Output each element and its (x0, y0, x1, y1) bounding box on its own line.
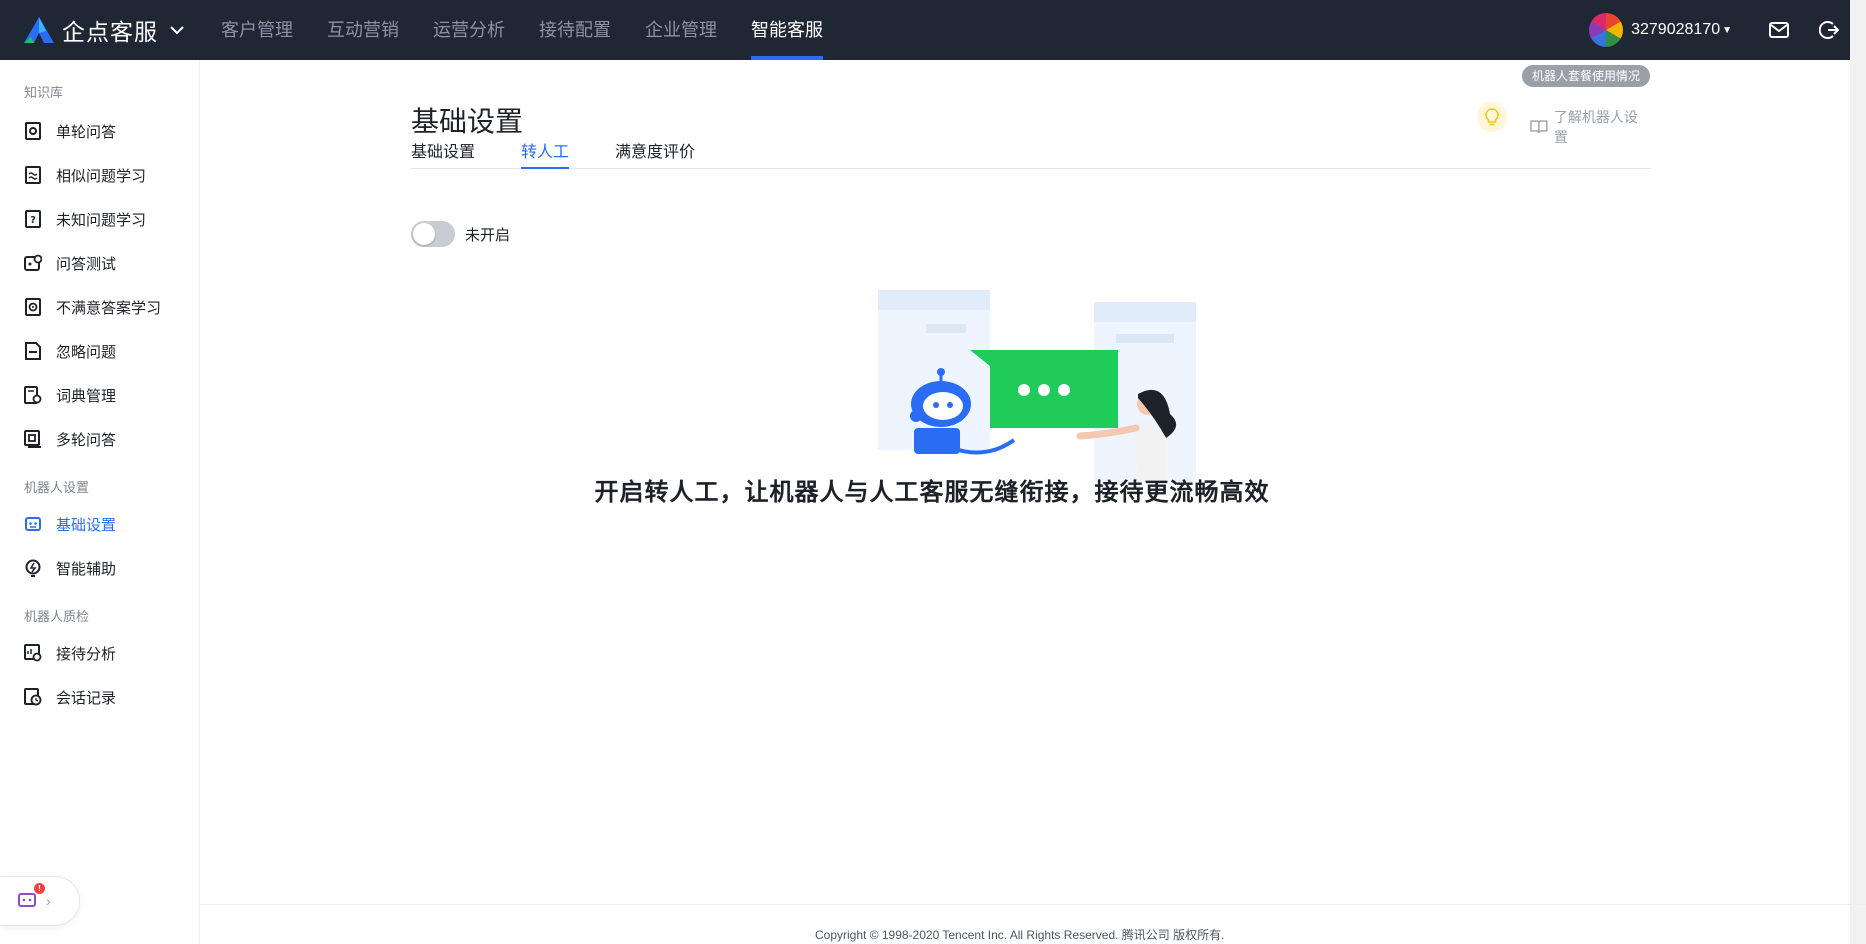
nav-operation-analysis[interactable]: 运营分析 (416, 0, 522, 60)
sidebar-item-label: 多轮问答 (56, 431, 117, 449)
sidebar-item-label: 接待分析 (56, 645, 117, 663)
sidebar-item-label: 智能辅助 (56, 560, 117, 578)
question-doc-icon: ? (24, 210, 42, 228)
mail-icon[interactable] (1768, 19, 1790, 41)
robot-widget-icon (18, 891, 36, 912)
brand-switcher[interactable]: 企点客服 (22, 13, 184, 47)
main-nav: 客户管理 互动营销 运营分析 接待配置 企业管理 智能客服 (204, 0, 840, 60)
sidebar-item-similar-question[interactable]: 相似问题学习 (0, 153, 199, 197)
footer: Copyright © 1998-2020 Tencent Inc. All R… (200, 904, 1866, 944)
sidebar-item-label: 相似问题学习 (56, 167, 147, 185)
sidebar-item-smart-assist[interactable]: 智能辅助 (0, 546, 199, 590)
chevron-down-icon (170, 25, 184, 35)
sidebar-item-single-qa[interactable]: 单轮问答 (0, 109, 199, 153)
analysis-icon (24, 644, 42, 662)
sidebar-item-label: 会话记录 (56, 689, 117, 707)
svg-text:?: ? (30, 215, 36, 226)
bulb-bolt-icon (24, 559, 42, 577)
robot-face-icon (24, 515, 42, 533)
tab-transfer-to-human[interactable]: 转人工 (521, 138, 570, 169)
sidebar-item-label: 单轮问答 (56, 123, 117, 141)
unsatisfied-doc-icon (24, 298, 42, 316)
caret-down-icon[interactable]: ▼ (1722, 25, 1732, 36)
tab-satisfaction[interactable]: 满意度评价 (615, 138, 695, 168)
notification-badge: ! (34, 883, 45, 894)
header-right: 3279028170 ▼ (1589, 0, 1866, 60)
dictionary-settings-icon (24, 386, 42, 404)
nav-enterprise-management[interactable]: 企业管理 (628, 0, 734, 60)
clock-doc-icon (24, 688, 42, 706)
toggle-status-label: 未开启 (465, 226, 511, 244)
account-id[interactable]: 3279028170 (1631, 21, 1720, 39)
nav-customer-management[interactable]: 客户管理 (204, 0, 310, 60)
approx-doc-icon (24, 166, 42, 184)
sidebar-item-reception-analysis[interactable]: 接待分析 (0, 631, 199, 675)
sidebar-item-unknown-question[interactable]: ? 未知问题学习 (0, 197, 199, 241)
transfer-toggle-row: 未开启 (411, 221, 510, 247)
document-search-icon (24, 122, 42, 140)
sidebar-group-robot-qc: 机器人质检 (24, 609, 90, 624)
sidebar-item-label: 不满意答案学习 (56, 299, 162, 317)
nav-interactive-marketing[interactable]: 互动营销 (310, 0, 416, 60)
scrollbar-track (1850, 0, 1866, 60)
sidebar-item-label: 忽略问题 (56, 343, 117, 361)
sidebar-item-label: 词典管理 (56, 387, 117, 405)
sidebar: 知识库 单轮问答 相似问题学习 ? 未知问题学习 问答测试 不满意答案学习 忽略… (0, 60, 200, 944)
sidebar-item-label: 基础设置 (56, 516, 117, 534)
sidebar-group-robot-settings: 机器人设置 (24, 480, 90, 495)
robot-usage-tag[interactable]: 机器人套餐使用情况 (1522, 65, 1651, 87)
page-scrollbar[interactable] (1850, 60, 1866, 944)
qidian-logo-icon (24, 17, 54, 43)
transfer-hero-text: 开启转人工，让机器人与人工客服无缝衔接，接待更流畅高效 (594, 479, 1270, 506)
sidebar-group-knowledge-base: 知识库 (24, 85, 64, 100)
top-navigation-bar: 企点客服 客户管理 互动营销 运营分析 接待配置 企业管理 智能客服 32790… (0, 0, 1866, 60)
nav-smart-service[interactable]: 智能客服 (734, 0, 840, 60)
sidebar-item-multi-qa[interactable]: 多轮问答 (0, 417, 199, 461)
nav-reception-config[interactable]: 接待配置 (522, 0, 628, 60)
transfer-toggle[interactable] (411, 221, 455, 247)
sidebar-item-basic-settings[interactable]: 基础设置 (0, 502, 199, 546)
tab-basic-settings[interactable]: 基础设置 (411, 138, 475, 168)
copyright-text: Copyright © 1998-2020 Tencent Inc. All R… (815, 928, 1225, 942)
sidebar-item-qa-test[interactable]: 问答测试 (0, 241, 199, 285)
settings-tabs: 基础设置 转人工 满意度评价 (411, 128, 1651, 169)
sidebar-item-label: 未知问题学习 (56, 211, 147, 229)
toggle-knob (413, 223, 435, 245)
sidebar-item-unsatisfied-answer[interactable]: 不满意答案学习 (0, 285, 199, 329)
chevron-right-icon: › (46, 893, 51, 909)
brand-name: 企点客服 (62, 19, 158, 45)
sidebar-item-ignore-question[interactable]: 忽略问题 (0, 329, 199, 373)
test-icon (24, 254, 42, 272)
avatar[interactable] (1589, 13, 1624, 47)
sidebar-item-label: 问答测试 (56, 255, 117, 273)
logout-icon[interactable] (1818, 19, 1840, 41)
assistant-widget[interactable]: ! › (0, 876, 80, 926)
transfer-illustration (866, 288, 1206, 489)
ignore-doc-icon (24, 342, 42, 360)
sidebar-item-session-records[interactable]: 会话记录 (0, 675, 199, 719)
sidebar-item-dictionary[interactable]: 词典管理 (0, 373, 199, 417)
multi-doc-icon (24, 430, 42, 448)
